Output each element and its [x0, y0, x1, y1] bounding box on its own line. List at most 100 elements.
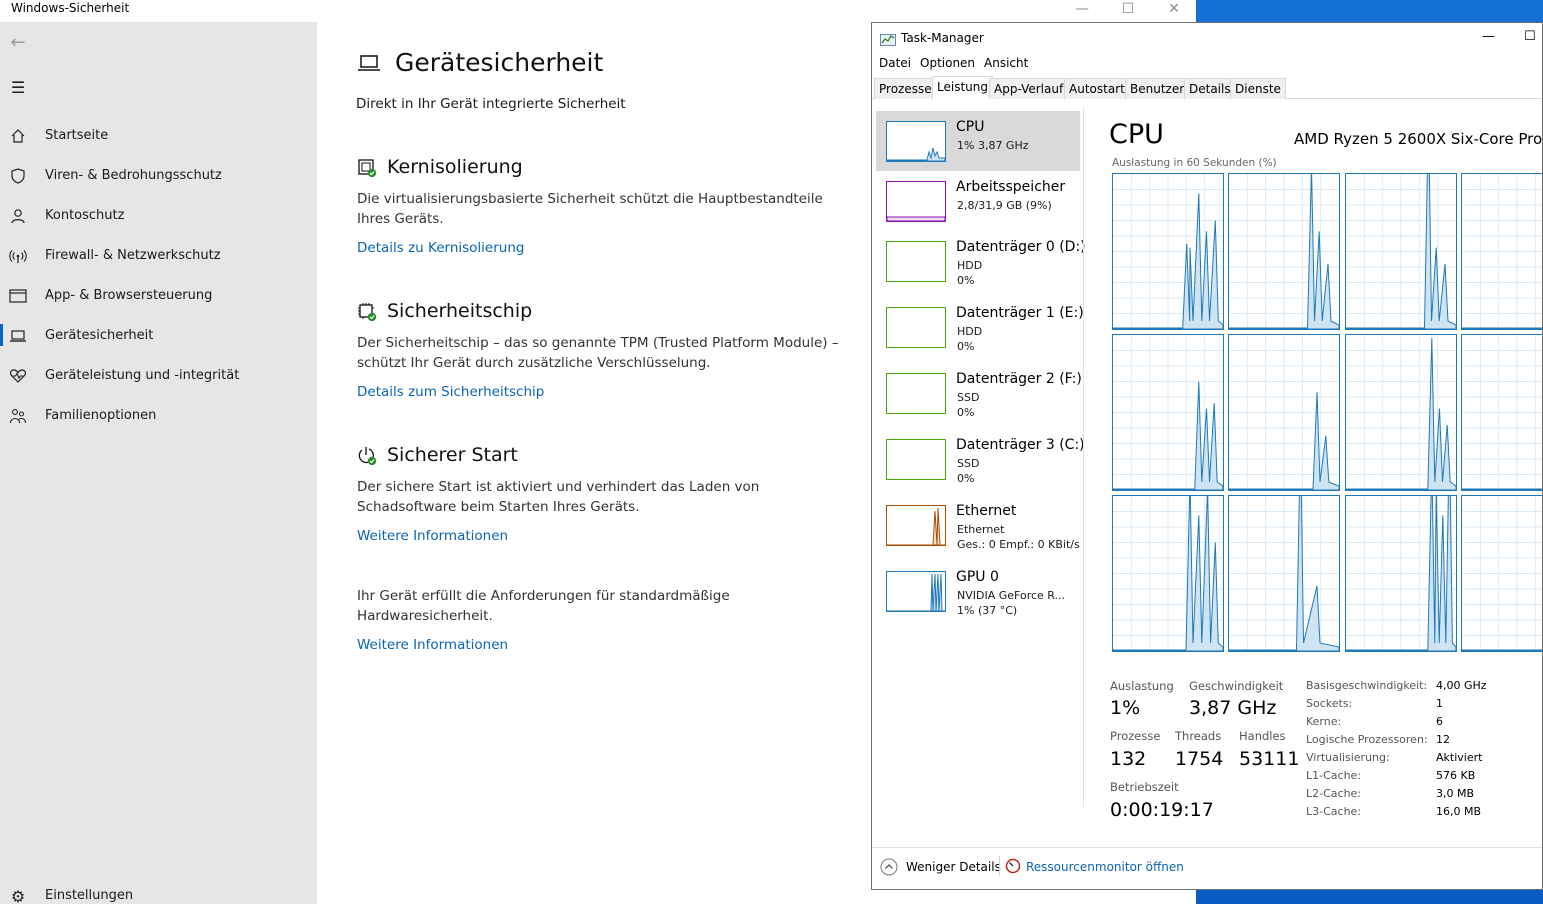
sidebar-item-geraeteleistung[interactable]: Geräteleistung und -integrität	[45, 368, 239, 383]
home-icon	[9, 127, 27, 145]
gpu-mini-graph	[886, 571, 946, 612]
device-name: Datenträger 3 (C:)	[956, 437, 1085, 453]
info-label: Basisgeschwindigkeit:	[1306, 679, 1428, 692]
stat-label-auslastung: Auslastung	[1110, 679, 1174, 693]
section-text-kernisolierung: Die virtualisierungsbasierte Sicherheit …	[357, 191, 823, 227]
device-name: Datenträger 0 (D:)	[956, 239, 1086, 255]
laptop-icon	[9, 327, 27, 345]
device-usage: 0%	[957, 274, 975, 287]
device-type: Ethernet	[957, 523, 1005, 536]
link-weitere-informationen-hardware[interactable]: Weitere Informationen	[357, 637, 508, 653]
cpu-core-graph	[1228, 166, 1340, 330]
cpu-core-graph	[1345, 111, 1457, 330]
info-label: L2-Cache:	[1306, 787, 1362, 800]
security-chip-icon	[357, 302, 379, 324]
info-value: 12	[1436, 733, 1450, 746]
stat-label-threads: Threads	[1175, 729, 1222, 743]
page-title: Gerätesicherheit	[395, 48, 604, 77]
hamburger-menu-icon[interactable]: ☰	[9, 78, 27, 97]
browser-window-icon	[9, 287, 27, 305]
menu-datei[interactable]: Datei	[879, 56, 911, 70]
section-text-sicherer-start: Der sichere Start ist aktiviert und verh…	[357, 479, 760, 515]
info-value: 6	[1436, 715, 1443, 728]
sidebar-item-geraetesicherheit[interactable]: Gerätesicherheit	[45, 328, 153, 343]
stat-value-geschwindigkeit: 3,87 GHz	[1189, 697, 1277, 719]
info-label: Logische Prozessoren:	[1306, 733, 1428, 746]
device-disk-2[interactable]: Datenträger 2 (F:) SSD 0%	[876, 363, 1082, 423]
info-label: Kerne:	[1306, 715, 1342, 728]
stat-value-threads: 1754	[1175, 748, 1224, 770]
panel-divider	[1083, 107, 1084, 807]
info-value: 16,0 MB	[1436, 805, 1482, 818]
device-gpu[interactable]: GPU 0 NVIDIA GeForce R... 1% (37 °C)	[876, 561, 1080, 621]
person-icon	[9, 207, 27, 225]
tm-minimize-button[interactable]: —	[1482, 29, 1495, 44]
menu-ansicht[interactable]: Ansicht	[984, 56, 1028, 70]
fewer-details-button[interactable]: Weniger Details	[906, 860, 1001, 874]
device-name: Datenträger 2 (F:)	[956, 371, 1082, 387]
core-isolation-icon	[357, 158, 379, 180]
close-button[interactable]: ✕	[1151, 0, 1197, 22]
cpu-core-graph	[1112, 334, 1224, 491]
cpu-core-graph	[1461, 495, 1542, 652]
device-name: CPU	[956, 119, 985, 135]
tab-autostart[interactable]: Autostart	[1064, 78, 1130, 99]
family-icon	[9, 407, 27, 425]
device-type: HDD	[957, 259, 983, 272]
sidebar-item-app-browser[interactable]: App- & Browsersteuerung	[45, 288, 212, 303]
tab-benutzer[interactable]: Benutzer	[1125, 78, 1190, 99]
disk-mini-graph	[886, 307, 946, 348]
sidebar-item-einstellungen[interactable]: Einstellungen	[45, 888, 133, 903]
chevron-up-icon[interactable]	[880, 858, 898, 880]
device-name: GPU 0	[956, 569, 999, 585]
tm-maximize-button[interactable]: ☐	[1524, 29, 1536, 44]
footer-divider	[999, 856, 1000, 876]
device-throughput: Ges.: 0 Empf.: 0 KBit/s	[957, 538, 1080, 551]
security-titlebar: Windows-Sicherheit — ☐ ✕	[0, 0, 1196, 22]
stat-value-betriebszeit: 0:00:19:17	[1110, 799, 1214, 821]
link-details-sicherheitschip[interactable]: Details zum Sicherheitschip	[357, 384, 544, 400]
tab-app-verlauf[interactable]: App-Verlauf	[989, 78, 1069, 99]
secure-boot-icon	[357, 446, 379, 468]
link-weitere-informationen-start[interactable]: Weitere Informationen	[357, 528, 508, 544]
tab-dienste[interactable]: Dienste	[1230, 78, 1286, 99]
sidebar-item-familienoptionen[interactable]: Familienoptionen	[45, 408, 156, 423]
task-manager-footer: Weniger Details Ressourcenmonitor öffnen	[872, 847, 1542, 889]
link-details-kernisolierung[interactable]: Details zu Kernisolierung	[357, 240, 524, 256]
device-disk-3[interactable]: Datenträger 3 (C:) SSD 0%	[876, 429, 1085, 489]
device-ethernet[interactable]: Ethernet Ethernet Ges.: 0 Empf.: 0 KBit/…	[876, 495, 1080, 555]
sidebar-item-kontoschutz[interactable]: Kontoschutz	[45, 208, 124, 223]
stat-value-prozesse: 132	[1110, 748, 1147, 770]
main-content: Gerätesicherheit Direkt in Ihr Gerät int…	[317, 22, 872, 904]
device-type: HDD	[957, 325, 983, 338]
device-memory[interactable]: Arbeitsspeicher 2,8/31,9 GB (9%)	[876, 171, 1080, 231]
task-manager-icon	[880, 32, 896, 46]
tab-details[interactable]: Details	[1184, 78, 1236, 99]
disk-mini-graph	[886, 241, 946, 282]
menu-optionen[interactable]: Optionen	[920, 56, 975, 70]
back-arrow-icon[interactable]: ←	[9, 32, 27, 53]
device-detail: 2,8/31,9 GB (9%)	[957, 199, 1052, 212]
info-label: L3-Cache:	[1306, 805, 1362, 818]
maximize-button[interactable]: ☐	[1105, 0, 1151, 22]
disk-mini-graph	[886, 373, 946, 414]
cpu-core-graph	[1228, 334, 1340, 491]
minimize-button[interactable]: —	[1059, 0, 1105, 22]
device-disk-1[interactable]: Datenträger 1 (E:) HDD 0%	[876, 297, 1084, 357]
device-usage: 0%	[957, 406, 975, 419]
sidebar-item-viren[interactable]: Viren- & Bedrohungsschutz	[45, 168, 222, 183]
tab-prozesse[interactable]: Prozesse	[874, 78, 937, 99]
tab-leistung[interactable]: Leistung	[932, 76, 993, 100]
sidebar-item-startseite[interactable]: Startseite	[45, 128, 108, 143]
section-title-sicherheitschip: Sicherheitschip	[387, 300, 533, 322]
sidebar-item-firewall[interactable]: Firewall- & Netzwerkschutz	[45, 248, 221, 263]
device-name: Ethernet	[956, 503, 1017, 519]
device-type: NVIDIA GeForce R...	[957, 589, 1066, 602]
hardware-security-text: Ihr Gerät erfüllt die Anforderungen für …	[357, 588, 730, 624]
info-value: 3,0 MB	[1436, 787, 1475, 800]
resource-monitor-link[interactable]: Ressourcenmonitor öffnen	[1026, 860, 1184, 874]
device-disk-0[interactable]: Datenträger 0 (D:) HDD 0%	[876, 231, 1086, 291]
device-name: Arbeitsspeicher	[956, 179, 1066, 195]
info-value: 1	[1436, 697, 1443, 710]
device-cpu[interactable]: CPU 1% 3,87 GHz	[876, 111, 1080, 171]
